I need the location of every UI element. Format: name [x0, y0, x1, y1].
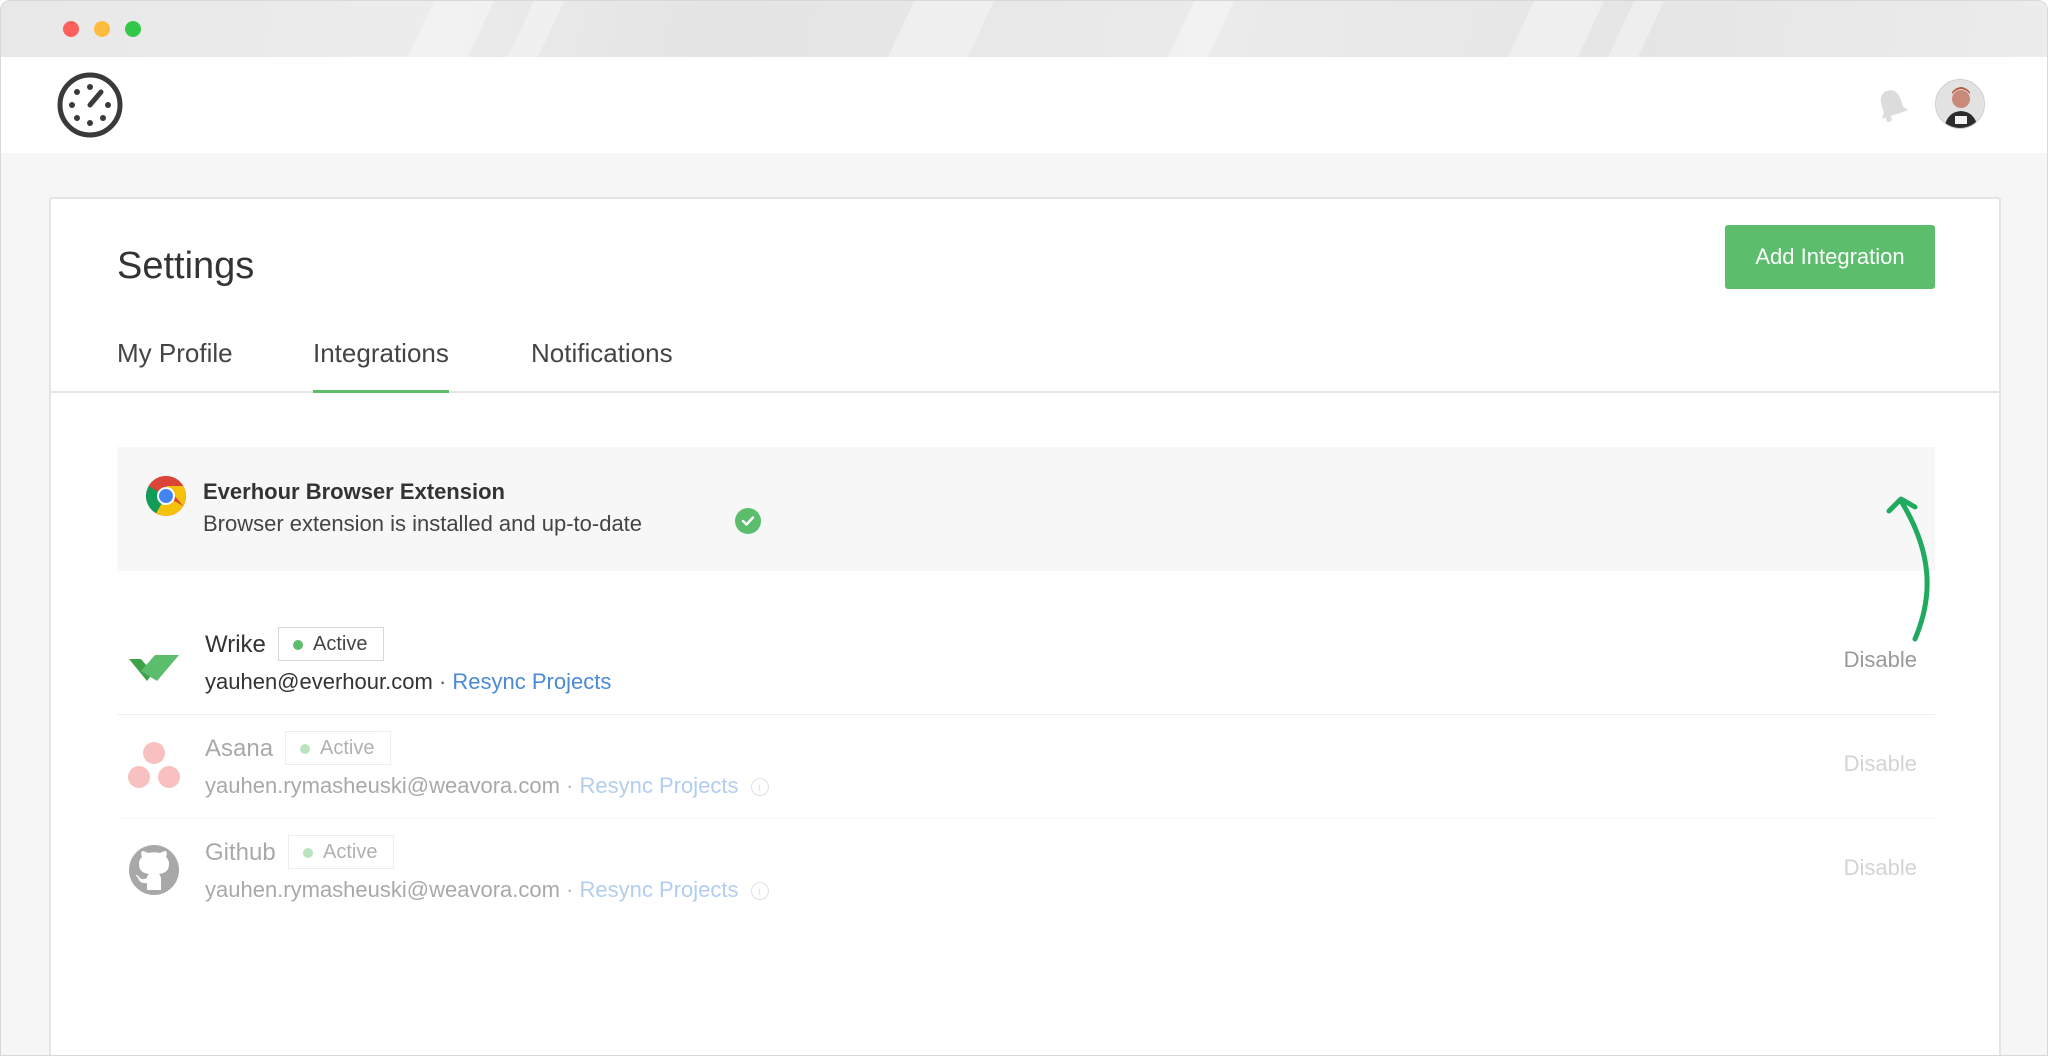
check-circle-icon — [735, 508, 761, 534]
resync-projects-link[interactable]: Resync Projects — [580, 877, 739, 902]
disable-button[interactable]: Disable — [1844, 855, 1917, 881]
account-email: yauhen.rymasheuski@weavora.com — [205, 877, 560, 902]
add-integration-button[interactable]: Add Integration — [1725, 225, 1935, 289]
status-dot — [303, 848, 313, 858]
status-dot — [293, 640, 303, 650]
asana-icon — [128, 742, 180, 788]
pointer-arrow-icon — [1886, 496, 1930, 642]
integration-name: Github — [205, 839, 276, 866]
settings-card: Settings Add Integration My Profile Inte… — [49, 197, 2001, 1055]
extension-status: Browser extension is installed and up-to… — [203, 511, 643, 536]
window-close-button[interactable] — [63, 21, 79, 37]
integration-account: yauhen.rymasheuski@weavora.com · Resync … — [205, 773, 769, 799]
resync-projects-link[interactable]: Resync Projects — [452, 669, 611, 694]
wrike-icon — [129, 655, 179, 681]
status-badge: Active — [285, 731, 392, 765]
app-header — [1, 57, 2047, 153]
github-icon — [129, 845, 179, 895]
user-avatar[interactable] — [1935, 79, 1985, 129]
integration-row-wrike: Wrike Active yauhen@everhour.com · Resyn… — [117, 611, 1935, 715]
browser-extension-panel: Everhour Browser Extension Browser exten… — [117, 447, 1935, 571]
account-email: yauhen@everhour.com — [205, 669, 433, 694]
integration-account: yauhen.rymasheuski@weavora.com · Resync … — [205, 877, 769, 903]
page-title: Settings — [117, 245, 255, 287]
browser-window: Settings Add Integration My Profile Inte… — [0, 0, 2048, 1056]
disable-button[interactable]: Disable — [1844, 647, 1917, 673]
tab-integrations[interactable]: Integrations — [313, 329, 449, 393]
info-icon[interactable]: i — [750, 778, 769, 796]
integration-account: yauhen@everhour.com · Resync Projects — [205, 669, 612, 694]
account-email: yauhen.rymasheuski@weavora.com — [205, 773, 560, 798]
bell-icon[interactable] — [1875, 87, 1909, 123]
status-dot — [300, 744, 310, 754]
resync-projects-link[interactable]: Resync Projects — [580, 773, 739, 798]
extension-title: Everhour Browser Extension — [203, 479, 505, 504]
tab-notifications[interactable]: Notifications — [531, 329, 673, 393]
integration-name: Asana — [205, 735, 274, 762]
integration-row-github: Github Active yauhen.rymasheuski@weavora… — [117, 819, 1935, 923]
chrome-icon — [146, 476, 186, 516]
status-badge: Active — [288, 835, 395, 869]
stopwatch-logo-icon[interactable] — [57, 72, 123, 138]
window-minimize-button[interactable] — [94, 21, 110, 37]
window-titlebar — [1, 1, 2047, 57]
integration-name: Wrike — [205, 631, 266, 658]
status-badge: Active — [278, 627, 385, 661]
tab-my-profile[interactable]: My Profile — [117, 329, 233, 393]
window-maximize-button[interactable] — [125, 21, 141, 37]
disable-button[interactable]: Disable — [1844, 751, 1917, 777]
settings-tabs: My Profile Integrations Notifications — [51, 329, 1999, 393]
integration-row-asana: Asana Active yauhen.rymasheuski@weavora.… — [117, 715, 1935, 819]
info-icon[interactable]: i — [750, 882, 769, 900]
